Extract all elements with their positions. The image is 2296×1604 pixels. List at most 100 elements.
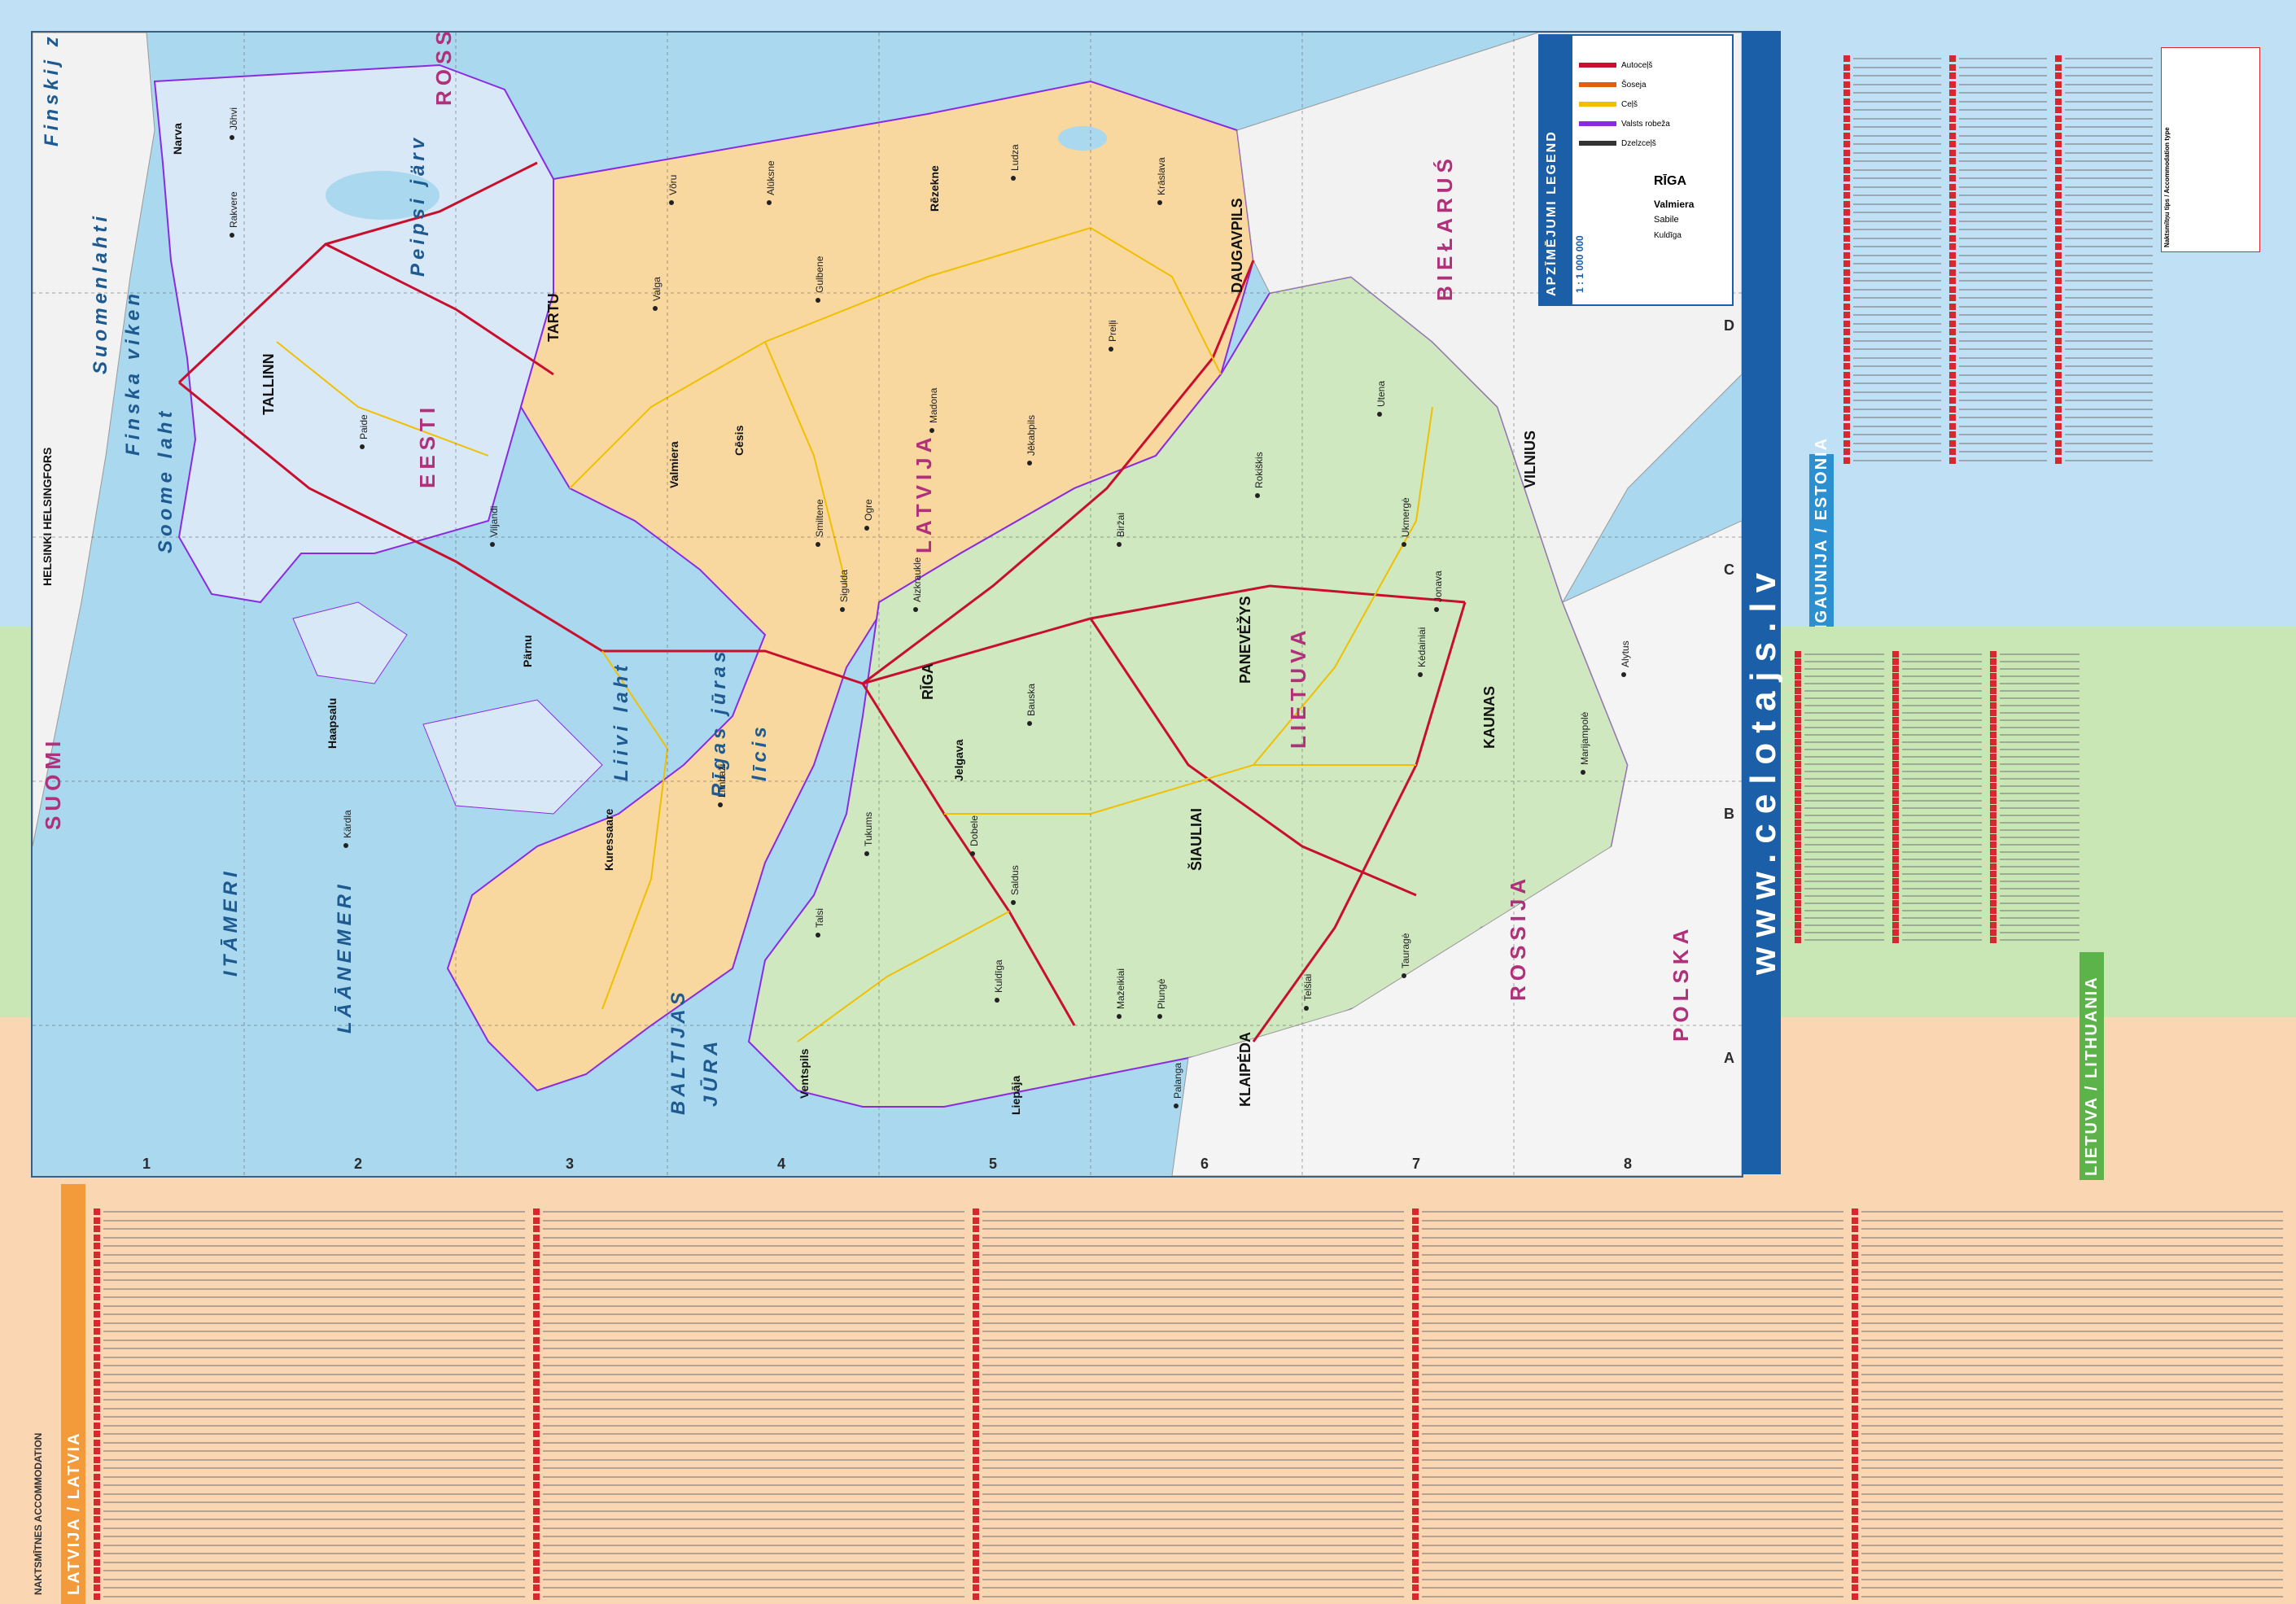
listing-row bbox=[103, 1450, 525, 1452]
listing-row bbox=[1861, 1595, 2283, 1597]
website-url[interactable]: www.celotajs.lv bbox=[1743, 563, 1784, 975]
town-dot bbox=[1117, 1014, 1122, 1019]
accommodation-type-icon bbox=[1852, 1490, 1858, 1497]
accommodation-type-icon bbox=[2055, 329, 2062, 335]
listing-row bbox=[1422, 1296, 1843, 1298]
accommodation-type-icon bbox=[1852, 1431, 1858, 1437]
listing-row bbox=[1959, 331, 2047, 333]
accommodation-type-icon bbox=[1852, 1414, 1858, 1420]
listing-row bbox=[2065, 160, 2153, 162]
accommodation-type-icon bbox=[1412, 1285, 1419, 1292]
lithuania-panel-title: LIETUVA / LITHUANIA bbox=[2083, 976, 2101, 1176]
website-bar[interactable]: www.celotajs.lv bbox=[1742, 31, 1784, 1174]
accommodation-type-icon bbox=[2055, 63, 2062, 71]
listing-row bbox=[1902, 800, 1982, 802]
town-dot bbox=[1418, 672, 1423, 677]
accommodation-type-icon bbox=[1892, 937, 1899, 943]
listing-row bbox=[1853, 58, 1941, 59]
listing-row bbox=[1804, 859, 1884, 860]
town-dot bbox=[1027, 721, 1032, 726]
accommodation-type-icon bbox=[1843, 371, 1850, 378]
accommodation-type-icon bbox=[2055, 72, 2062, 79]
listing-row bbox=[1422, 1553, 1843, 1554]
listing-row bbox=[2065, 331, 2153, 333]
accommodation-type-icon bbox=[2055, 422, 2062, 430]
listing-row bbox=[103, 1313, 525, 1315]
accommodation-type-icon bbox=[1990, 688, 1996, 694]
accommodation-type-icon bbox=[973, 1482, 979, 1488]
accommodation-type-icon bbox=[1990, 695, 1996, 701]
accommodation-type-icon bbox=[1949, 55, 1956, 62]
listing-row bbox=[543, 1270, 964, 1273]
road-map[interactable]: SUOMI EESTI LATVIJA LIETUVA ROSSIJA BIEŁ… bbox=[31, 31, 1743, 1178]
accommodation-type-icon bbox=[1949, 397, 1956, 404]
listing-row bbox=[543, 1296, 964, 1298]
listing-row bbox=[1861, 1211, 2283, 1213]
listing-row bbox=[103, 1501, 525, 1503]
legend-line-swatch bbox=[1579, 102, 1616, 107]
accommodation-type-icon bbox=[1949, 251, 1956, 259]
listing-row bbox=[1853, 339, 1941, 342]
accommodation-type-icon bbox=[1843, 320, 1850, 327]
listing-row bbox=[543, 1399, 964, 1401]
listing-row bbox=[1902, 793, 1982, 794]
listing-row bbox=[543, 1313, 964, 1315]
accommodation-type-icon bbox=[1892, 702, 1899, 709]
accommodation-type-icon bbox=[1949, 158, 1956, 164]
accommodation-type-icon bbox=[973, 1593, 979, 1600]
listing-row bbox=[543, 1595, 964, 1597]
listing-row bbox=[2065, 203, 2153, 205]
accommodation-type-icon bbox=[2055, 457, 2062, 464]
listing-row bbox=[1959, 322, 2047, 325]
accommodation-type-icon bbox=[1795, 754, 1801, 760]
accommodation-type-icon bbox=[1852, 1302, 1858, 1309]
accommodation-type-icon bbox=[1795, 688, 1801, 694]
legend-item: Ceļš bbox=[1579, 99, 1638, 109]
accommodation-type-icon bbox=[1795, 812, 1801, 819]
accommodation-type-icon bbox=[94, 1311, 100, 1318]
accommodation-type-icon bbox=[533, 1541, 540, 1549]
listing-row bbox=[1853, 297, 1941, 299]
listing-row bbox=[1861, 1339, 2283, 1341]
listing-row bbox=[1422, 1270, 1843, 1273]
accommodation-type-icon bbox=[2055, 192, 2062, 199]
accommodation-type-icon bbox=[1852, 1541, 1858, 1549]
accommodation-type-icon bbox=[94, 1533, 100, 1540]
listing-row bbox=[1422, 1322, 1843, 1324]
accommodation-type-icon bbox=[1852, 1593, 1858, 1600]
lake-lubans bbox=[1058, 126, 1107, 151]
listing-row bbox=[1861, 1561, 2283, 1563]
listing-row bbox=[982, 1527, 1404, 1529]
accommodation-type-icon bbox=[1843, 397, 1850, 404]
listing-row bbox=[2000, 697, 2080, 699]
accommodation-type-icon bbox=[1949, 183, 1956, 190]
accommodation-type-icon bbox=[1795, 746, 1801, 753]
legend-header: APZĪMĒJUMI LEGEND bbox=[1540, 36, 1572, 304]
accommodation-type-icon bbox=[1843, 346, 1850, 352]
listing-row bbox=[1861, 1296, 2283, 1298]
accommodation-type-icon bbox=[533, 1524, 540, 1532]
listing-row bbox=[1902, 815, 1982, 816]
listing-row bbox=[1853, 434, 1941, 435]
accommodation-type-icon bbox=[1795, 695, 1801, 701]
town-dot bbox=[360, 444, 365, 449]
accommodation-type-icon bbox=[973, 1431, 979, 1437]
listing-row bbox=[1422, 1211, 1843, 1213]
town-dot bbox=[1402, 542, 1406, 547]
accommodation-type-icon bbox=[1843, 107, 1850, 113]
accommodation-type-icon bbox=[94, 1277, 100, 1283]
accommodation-type-icon bbox=[1843, 448, 1850, 455]
listing-row bbox=[103, 1348, 525, 1349]
listing-row bbox=[1902, 829, 1982, 831]
accommodation-type-icon bbox=[533, 1311, 540, 1318]
legend-item: Dzelzceļš bbox=[1579, 138, 1656, 148]
accommodation-type-icon bbox=[973, 1558, 979, 1566]
listing-row bbox=[103, 1322, 525, 1324]
listing-row bbox=[2000, 829, 2080, 831]
town-dot bbox=[1109, 347, 1113, 352]
accommodation-type-icon bbox=[1990, 724, 1996, 731]
listing-row bbox=[1422, 1475, 1843, 1478]
accommodation-type-icon bbox=[1852, 1439, 1858, 1446]
accommodation-type-icon bbox=[94, 1260, 100, 1266]
listing-row bbox=[1959, 305, 2047, 308]
